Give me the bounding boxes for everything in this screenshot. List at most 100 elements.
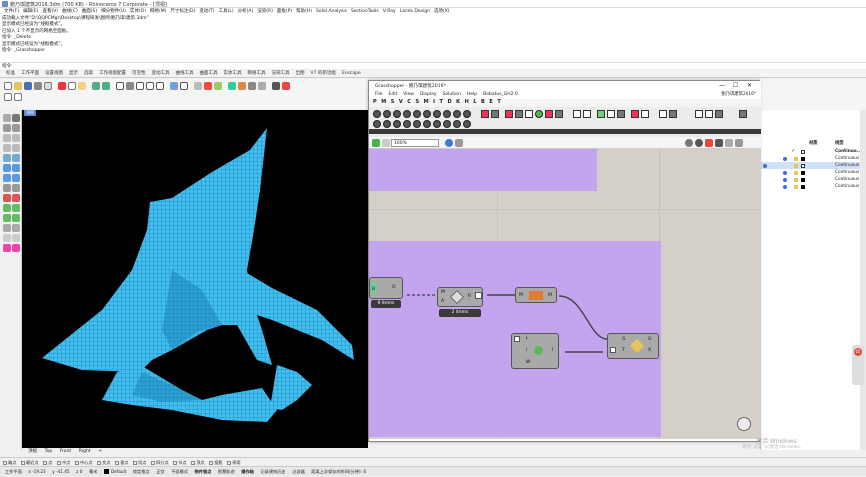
tab-right[interactable]: Right	[79, 448, 91, 456]
menu-item[interactable]: 分析(A)	[238, 8, 254, 16]
input-port-t[interactable]: T	[622, 348, 625, 353]
component-icon[interactable]	[403, 110, 411, 118]
menu-item[interactable]: 帮助(H)	[296, 8, 312, 16]
plus-icon[interactable]	[610, 347, 616, 353]
circle-tool-icon[interactable]	[12, 134, 20, 142]
grasshopper-icon[interactable]	[272, 82, 280, 90]
evaluate-component[interactable]: M A R	[437, 287, 483, 307]
output-port-o[interactable]: O	[392, 285, 396, 290]
layer-color-swatch[interactable]	[801, 163, 805, 168]
preview-mode-icon[interactable]	[725, 139, 733, 147]
new-file-icon[interactable]	[4, 82, 12, 90]
trim-tool-icon[interactable]	[3, 194, 11, 202]
tab-set-view[interactable]: 设置视图	[45, 70, 63, 78]
preview-mode-icon[interactable]	[735, 139, 743, 147]
component-icon[interactable]	[525, 110, 533, 118]
preview-mode-icon[interactable]	[685, 139, 693, 147]
gh-menu-display[interactable]: Display	[420, 91, 437, 99]
component-icon[interactable]	[413, 110, 421, 118]
component-icon[interactable]	[659, 110, 667, 118]
tab-top[interactable]: Top	[45, 448, 53, 456]
menu-item[interactable]: 工具(L)	[219, 8, 234, 16]
gh-menu-solution[interactable]: Solution	[443, 91, 461, 99]
component-icon[interactable]	[383, 110, 391, 118]
rhino-viewport[interactable]	[22, 110, 368, 448]
component-icon[interactable]	[443, 120, 451, 128]
rotate-view-icon[interactable]	[126, 82, 134, 90]
text-tool-icon[interactable]	[12, 234, 20, 242]
preview-mode-icon[interactable]	[715, 139, 723, 147]
cut-icon[interactable]	[58, 82, 66, 90]
tab-curve-tools[interactable]: 曲线工具	[176, 70, 194, 78]
paste-icon[interactable]	[78, 82, 86, 90]
mesh-tool-icon[interactable]	[12, 174, 20, 182]
curve-tool-icon[interactable]	[3, 134, 11, 142]
component-icon[interactable]	[641, 110, 649, 118]
lock-icon[interactable]	[794, 184, 798, 189]
layer-color-swatch[interactable]	[801, 170, 805, 175]
zoom-field[interactable]: 160%	[391, 139, 439, 147]
component-icon[interactable]	[403, 120, 411, 128]
menu-item[interactable]: 渲染(R)	[257, 8, 273, 16]
component-icon[interactable]	[583, 110, 591, 118]
gh-zoom-icon[interactable]	[382, 139, 390, 147]
lightbulb-icon[interactable]	[783, 156, 787, 161]
pan-icon[interactable]	[116, 82, 124, 90]
maximize-icon[interactable]: ☐	[733, 82, 738, 89]
tab-render-tools[interactable]: 渲染工具	[272, 70, 290, 78]
menu-item[interactable]: 细分物件(U)	[101, 8, 126, 16]
material-icon[interactable]	[238, 82, 246, 90]
brep-component[interactable]: O B	[369, 277, 403, 299]
preview-mode-icon[interactable]	[705, 139, 713, 147]
zoom-window-icon[interactable]	[146, 82, 154, 90]
redo-icon[interactable]	[102, 82, 110, 90]
tab-perspective[interactable]: 顶视	[28, 448, 37, 456]
move-tool-icon[interactable]	[3, 204, 11, 212]
gh-menu-file[interactable]: File	[375, 91, 383, 99]
output-port-g[interactable]: G	[648, 337, 652, 342]
component-icon[interactable]	[443, 110, 451, 118]
canvas-compass-icon[interactable]	[737, 417, 751, 431]
gh-menu-edit[interactable]: Edit	[389, 91, 398, 99]
layer-row[interactable]: Continuous	[761, 155, 861, 162]
arc-tool-icon[interactable]	[3, 144, 11, 152]
layer-row[interactable]: Continuous	[761, 169, 861, 176]
menu-item[interactable]: V-Ray	[383, 8, 396, 16]
floating-side-button[interactable]: 65	[852, 345, 864, 385]
tab-enscape[interactable]: Enscape	[342, 70, 361, 78]
component-icon[interactable]	[373, 110, 381, 118]
gh-option-icon[interactable]	[455, 139, 463, 147]
input-port-i[interactable]: I	[526, 348, 527, 353]
render-icon[interactable]	[248, 82, 256, 90]
menu-item[interactable]: 查看(V)	[42, 8, 58, 16]
menu-item[interactable]: 变动(T)	[199, 8, 214, 16]
layer-color-swatch[interactable]	[801, 156, 805, 161]
component-icon[interactable]	[695, 110, 703, 118]
layer-row[interactable]: Continuous	[761, 183, 861, 190]
component-icon[interactable]	[463, 110, 471, 118]
mesh-component[interactable]: M M	[515, 287, 557, 303]
cplane-icon[interactable]	[180, 82, 188, 90]
right-scrollbar[interactable]	[860, 110, 866, 450]
analyze-tool-icon[interactable]	[3, 244, 11, 252]
save-icon[interactable]	[24, 82, 32, 90]
fillet-tool-icon[interactable]	[12, 184, 20, 192]
lock-icon[interactable]	[214, 82, 222, 90]
box-component[interactable]: L I W I	[511, 333, 559, 369]
mirror-tool-icon[interactable]	[12, 224, 20, 232]
tab-cplanes[interactable]: 工作平面	[21, 70, 39, 78]
hide-icon[interactable]	[204, 82, 212, 90]
zoom-extents-icon[interactable]	[156, 82, 164, 90]
menu-item[interactable]: 曲线(C)	[62, 8, 78, 16]
gh-menu-view[interactable]: View	[403, 91, 414, 99]
layer-color-swatch[interactable]	[801, 184, 805, 189]
rectangle-tool-icon[interactable]	[12, 144, 20, 152]
lock-icon[interactable]	[794, 177, 798, 182]
box-tool-icon[interactable]	[3, 164, 11, 172]
component-icon[interactable]	[463, 120, 471, 128]
line-tool-icon[interactable]	[3, 124, 11, 132]
component-icon[interactable]	[535, 110, 543, 118]
menu-item[interactable]: 网格(M)	[150, 8, 166, 16]
input-port-w[interactable]: W	[526, 360, 530, 365]
gh-tab-icons[interactable]: P M S V C S M I T D K H L B E T	[373, 99, 502, 105]
